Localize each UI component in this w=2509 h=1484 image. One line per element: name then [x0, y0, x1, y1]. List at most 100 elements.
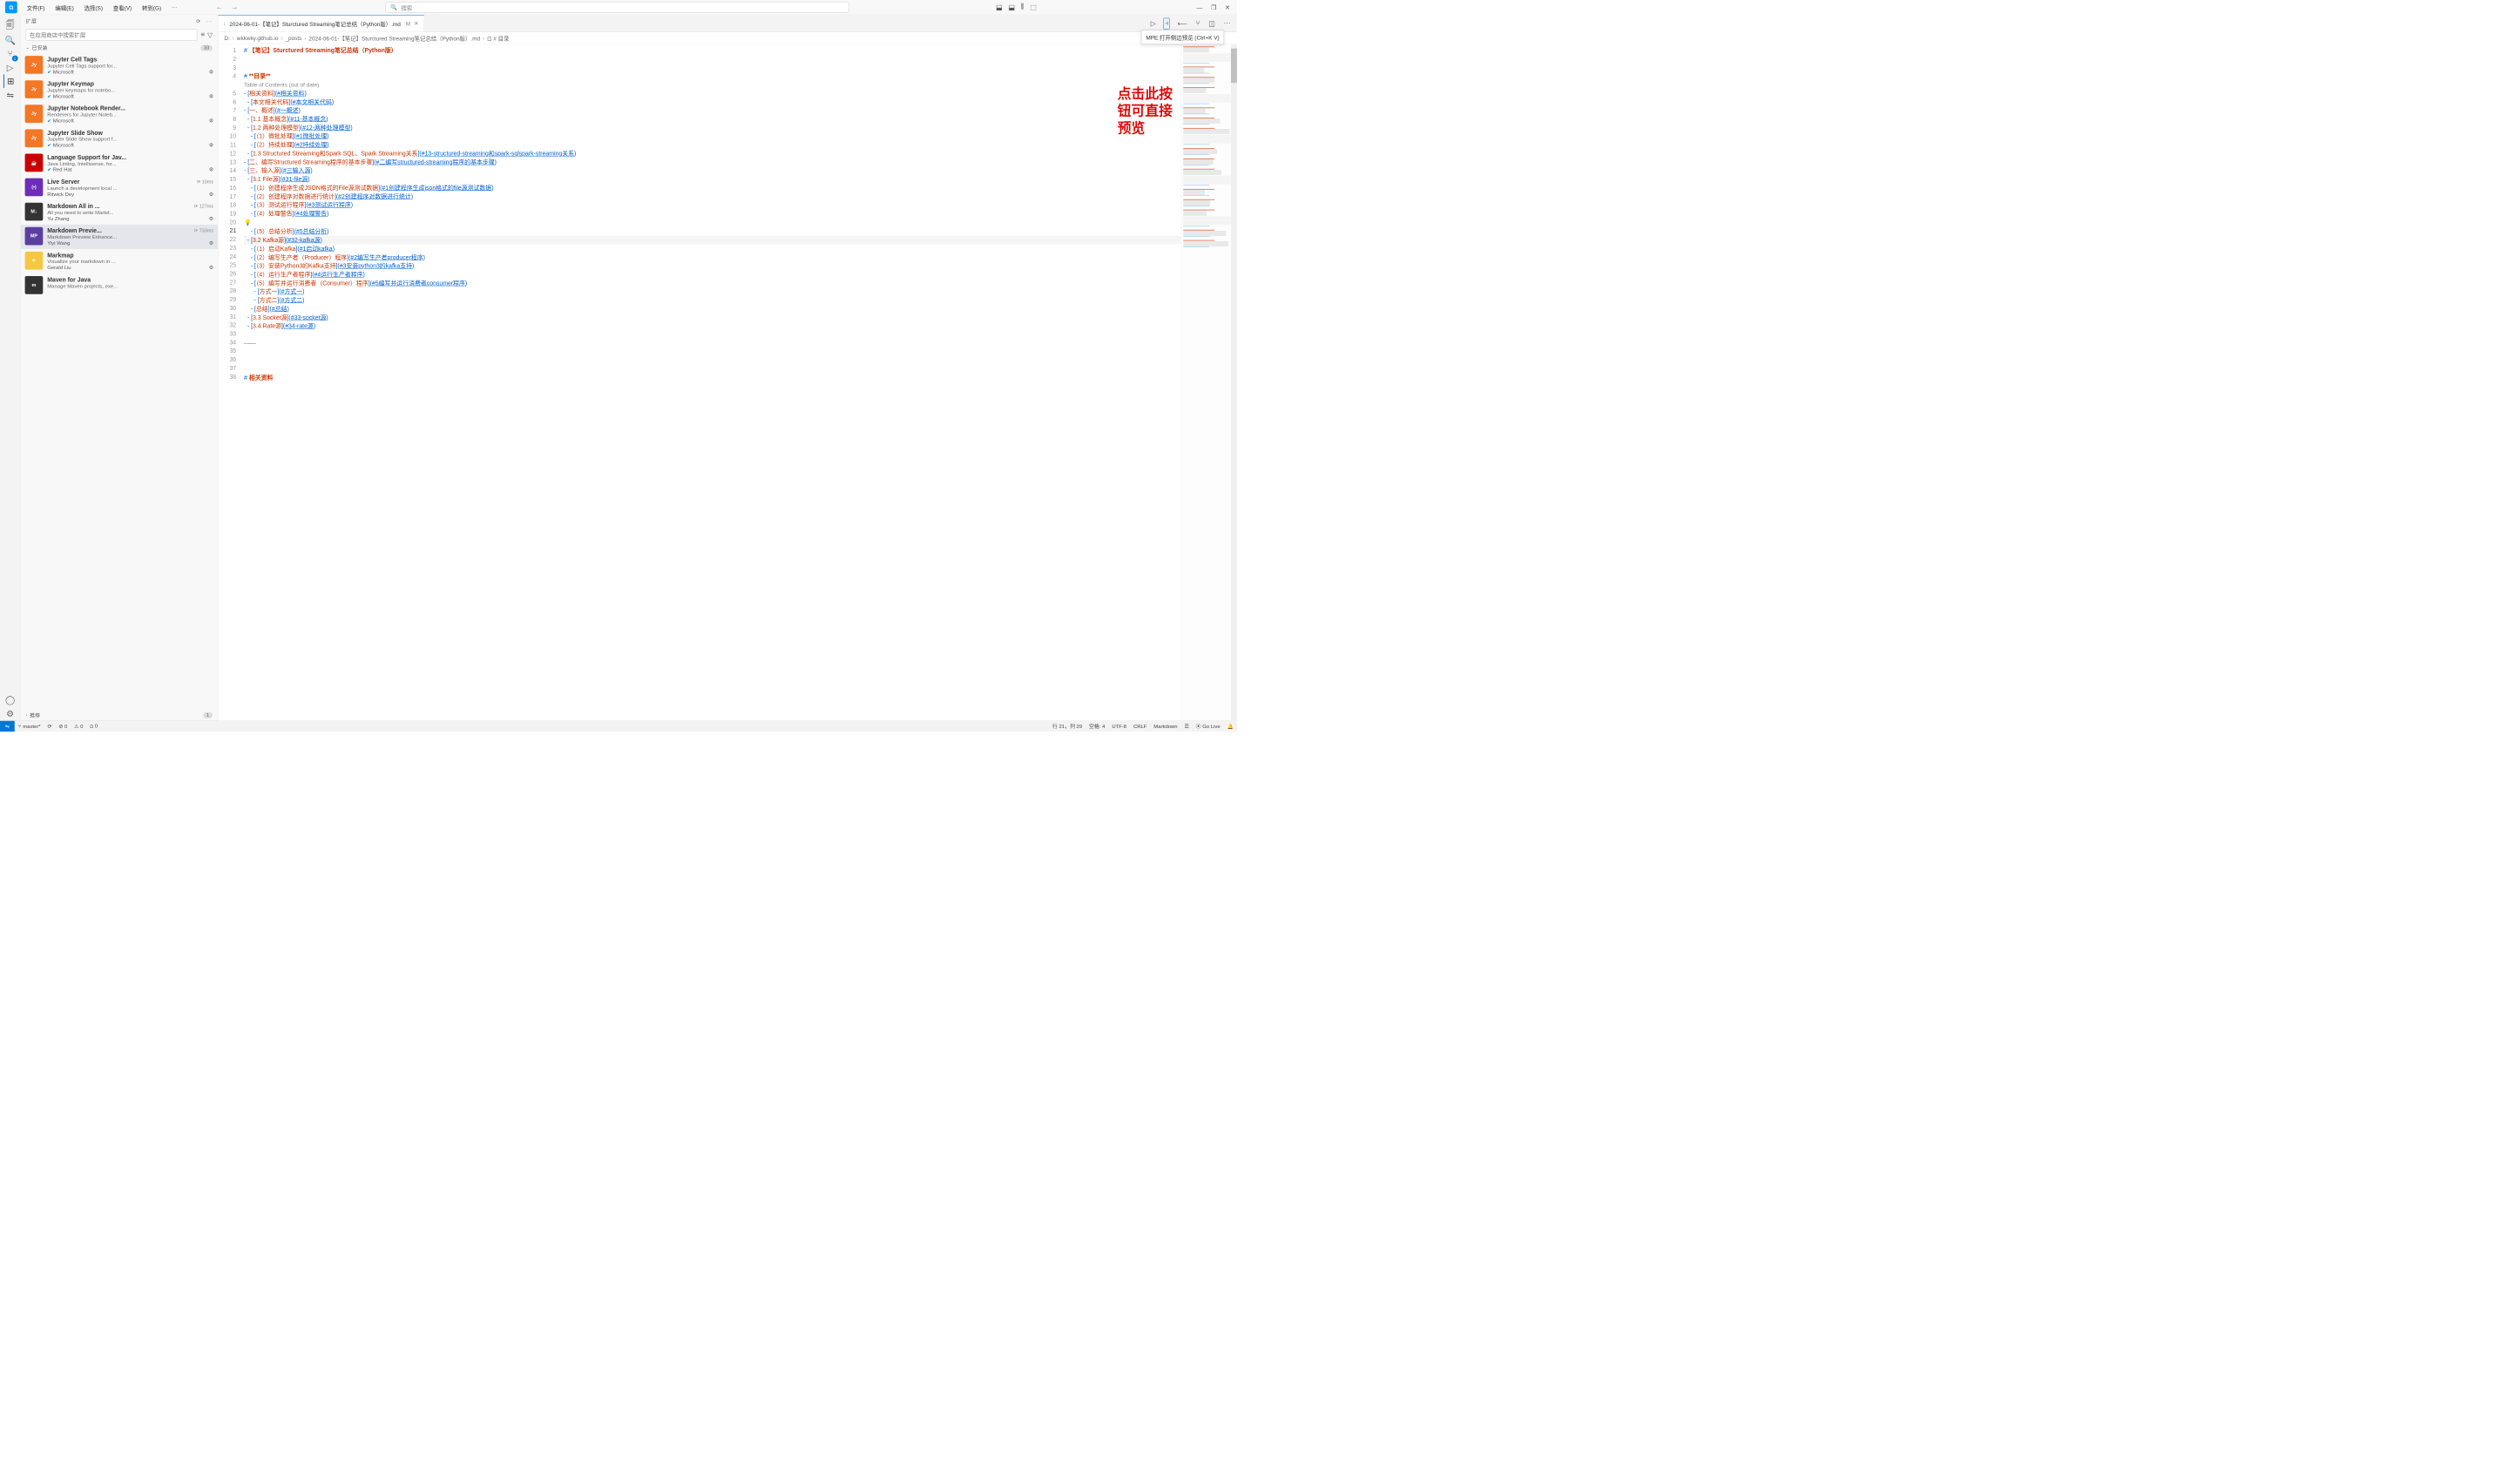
activation-time: ⟳ 10ms: [197, 179, 213, 184]
tab-filename: 2024-06-01-【笔记】Sturctured Streaming笔记总结（…: [229, 19, 401, 27]
extension-item[interactable]: m Maven for Java Manage Maven projects, …: [21, 273, 218, 297]
layout-controls[interactable]: ⬓ ⬓ ⫼ ⬚: [996, 3, 1037, 11]
extensions-icon[interactable]: ⊞: [3, 74, 17, 88]
menu-item[interactable]: 编辑(E): [51, 2, 78, 13]
extension-desc: Jupyter keymaps for notebo...: [47, 87, 213, 93]
clear-icon[interactable]: ≡: [200, 30, 205, 39]
indent[interactable]: 空格: 4: [1085, 723, 1108, 730]
layout-icon[interactable]: ⫼: [1021, 3, 1025, 11]
extension-item[interactable]: (•) Live Server⟳ 10ms Launch a developme…: [21, 176, 218, 200]
extension-item[interactable]: Jy Jupyter Slide Show Jupyter Slide Show…: [21, 126, 218, 151]
close-tab-icon[interactable]: ✕: [414, 20, 418, 27]
git-branch[interactable]: ⑂ master*: [15, 723, 44, 729]
files-icon[interactable]: 🗐: [3, 19, 17, 33]
breadcrumb-item[interactable]: 2024-06-01-【笔记】Sturctured Streaming笔记总结（…: [308, 34, 480, 42]
window-controls[interactable]: — ❐ ✕: [1196, 3, 1236, 10]
extension-name: Jupyter Keymap: [47, 80, 94, 87]
command-search[interactable]: 🔍 搜索: [385, 2, 849, 13]
menu-item[interactable]: 查看(V): [109, 2, 136, 13]
extension-desc: Manage Maven projects, exe...: [47, 283, 213, 289]
minimap[interactable]: [1181, 44, 1237, 720]
extension-item[interactable]: Jy Jupyter Notebook Render... Renderers …: [21, 102, 218, 126]
menu-item[interactable]: 转到(G): [138, 2, 166, 13]
notifications-icon[interactable]: 🔔: [1224, 723, 1237, 730]
sidebar-title: 扩展: [26, 17, 37, 24]
code-editor[interactable]: # 【笔记】Sturctured Streaming笔记总结（Python版）#…: [244, 44, 1181, 720]
breadcrumb-item[interactable]: _posts: [285, 35, 301, 41]
breadcrumb[interactable]: D:›wkkwky.github.io›_posts›2024-06-01-【笔…: [218, 32, 1236, 44]
layout-icon[interactable]: ⬓: [996, 3, 1002, 11]
gear-icon[interactable]: ⚙: [209, 191, 213, 197]
extension-item[interactable]: M↓ Markdown All in ...⟳ 127ms All you ne…: [21, 200, 218, 225]
extension-search-input[interactable]: [26, 30, 198, 41]
gear-icon[interactable]: ⚙: [209, 166, 213, 172]
activation-time: ⟳ 733ms: [194, 228, 213, 233]
breadcrumb-item[interactable]: ⊡ # 目录: [487, 34, 509, 42]
more-icon[interactable]: ···: [1222, 18, 1232, 29]
settings-icon[interactable]: ⚙: [3, 706, 17, 720]
layout-icon[interactable]: ⬓: [1009, 3, 1015, 11]
scrollbar[interactable]: [1231, 44, 1237, 720]
gear-icon[interactable]: ⚙: [209, 118, 213, 124]
gear-icon[interactable]: ⚙: [209, 93, 213, 99]
extension-desc: Renderers for Jupyter Noteb...: [47, 111, 213, 118]
search-icon[interactable]: 🔍: [3, 33, 17, 47]
diff-icon[interactable]: ⑂: [1194, 18, 1201, 29]
preview-side-icon[interactable]: ⫞: [1163, 17, 1170, 29]
errors[interactable]: ⊘ 0: [55, 723, 71, 729]
extension-name: Markmap: [47, 252, 73, 259]
gear-icon[interactable]: ⚙: [209, 142, 213, 148]
nav-back-icon[interactable]: ←: [216, 3, 223, 11]
git-sync[interactable]: ⟳: [44, 723, 56, 729]
gear-icon[interactable]: ⚙: [209, 215, 213, 221]
extension-name: Jupyter Slide Show: [47, 129, 103, 136]
extension-desc: Jupyter Cell Tags support for...: [47, 63, 213, 69]
menu-item[interactable]: ···: [167, 2, 181, 13]
filter-icon[interactable]: ▽: [207, 30, 213, 39]
split-icon[interactable]: ◫: [1207, 17, 1216, 29]
recommended-section[interactable]: › 推荐 1: [21, 710, 218, 720]
extension-item[interactable]: ☕ Language Support for Jav... Java Linti…: [21, 152, 218, 176]
remote-icon[interactable]: ⇋: [3, 88, 17, 102]
eol[interactable]: CRLF: [1130, 723, 1150, 730]
window-control-icon[interactable]: ✕: [1225, 3, 1230, 10]
gear-icon[interactable]: ⚙: [209, 265, 213, 271]
account-icon[interactable]: ◯: [3, 693, 17, 707]
gear-icon[interactable]: ⚙: [209, 69, 213, 75]
cursor-position[interactable]: 行 21，列 29: [1049, 723, 1085, 730]
editor-tab[interactable]: ↓ 2024-06-01-【笔记】Sturctured Streaming笔记总…: [218, 15, 423, 31]
window-control-icon[interactable]: —: [1196, 3, 1202, 10]
debug-icon[interactable]: ▷: [3, 61, 17, 75]
menu-item[interactable]: 文件(F): [23, 2, 50, 13]
extension-item[interactable]: ⟡ Markmap Visualize your markdown in ...…: [21, 249, 218, 273]
feedback-icon[interactable]: ☰: [1181, 723, 1193, 730]
extension-publisher: Yiyi Wang: [47, 240, 70, 246]
remote-indicator[interactable]: ⇋: [0, 721, 15, 732]
nav-arrows[interactable]: ← →: [216, 3, 239, 11]
menu-item[interactable]: 选择(S): [80, 2, 107, 13]
extension-desc: Visualize your markdown in ...: [47, 259, 213, 265]
layout-icon[interactable]: ⬚: [1030, 3, 1036, 11]
extension-icon: ☕: [25, 153, 44, 172]
gear-icon[interactable]: ⚙: [209, 240, 213, 246]
scm-icon[interactable]: ⑂1: [3, 47, 17, 61]
encoding[interactable]: UTF-8: [1108, 723, 1130, 730]
nav-forward-icon[interactable]: →: [231, 3, 238, 11]
extension-item[interactable]: Jy Jupyter Keymap Jupyter keymaps for no…: [21, 78, 218, 102]
preview-icon[interactable]: ⟵: [1176, 17, 1188, 29]
go-live[interactable]: ⦿ Go Live: [1193, 723, 1224, 730]
ports[interactable]: ⩍ 0: [86, 723, 101, 729]
breadcrumb-item[interactable]: D:: [224, 35, 229, 41]
extension-item[interactable]: Jy Jupyter Cell Tags Jupyter Cell Tags s…: [21, 53, 218, 78]
breadcrumb-item[interactable]: wkkwky.github.io: [237, 35, 279, 41]
run-icon[interactable]: ▷: [1149, 17, 1157, 29]
more-icon[interactable]: ···: [206, 18, 213, 24]
language[interactable]: Markdown: [1150, 723, 1180, 730]
extension-item[interactable]: MP Markdown Previe...⟳ 733ms Markdown Pr…: [21, 225, 218, 249]
extension-publisher: Yu Zhang: [47, 215, 69, 221]
window-control-icon[interactable]: ❐: [1211, 3, 1216, 10]
warnings[interactable]: ⚠ 0: [71, 723, 86, 729]
refresh-icon[interactable]: ⟳: [196, 18, 200, 24]
installed-section[interactable]: ⌄ 已安装 33: [21, 43, 218, 53]
extension-icon: ⟡: [25, 252, 44, 270]
